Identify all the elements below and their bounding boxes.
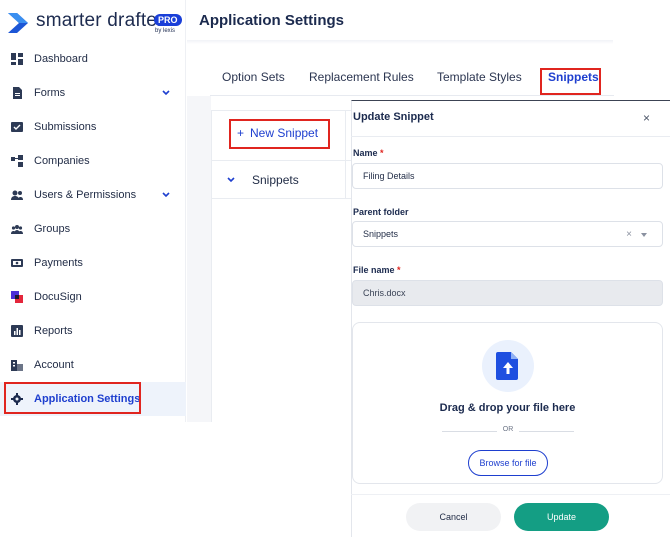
chevron-down-icon[interactable]	[160, 189, 172, 201]
panel-divider	[211, 198, 351, 199]
file-name-value: Chris.docx	[363, 288, 406, 298]
file-name-label: File name *	[353, 265, 401, 275]
parent-folder-select[interactable]: Snippets ×	[352, 221, 663, 247]
dashboard-icon	[10, 52, 24, 66]
sidebar-item-companies[interactable]: Companies	[0, 144, 186, 178]
sidebar-item-label: Users & Permissions	[34, 189, 137, 201]
sidebar-item-label: Dashboard	[34, 53, 88, 65]
pro-badge: PRO	[154, 14, 182, 26]
modal-header-divider	[351, 136, 670, 137]
inbox-check-icon	[10, 120, 24, 134]
sidebar-item-groups[interactable]: Groups	[0, 212, 186, 246]
modal-footer-divider	[351, 494, 670, 495]
chevron-down-icon[interactable]	[226, 175, 236, 185]
drop-instruction: Drag & drop your file here	[439, 402, 576, 414]
or-divider-line	[519, 431, 574, 432]
parent-folder-value: Snippets	[363, 229, 399, 239]
required-marker: *	[380, 148, 384, 158]
users-icon	[10, 188, 24, 202]
required-marker: *	[397, 265, 401, 275]
payment-icon	[10, 256, 24, 270]
sidebar-item-account[interactable]: Account	[0, 348, 186, 382]
sidebar-item-label: Reports	[34, 325, 73, 337]
close-icon[interactable]: ×	[643, 111, 650, 125]
name-label: Name *	[353, 148, 384, 158]
name-field[interactable]: Filing Details	[352, 163, 663, 189]
reports-icon	[10, 324, 24, 338]
file-upload-icon	[496, 352, 518, 380]
panel-divider	[211, 160, 351, 161]
building-icon	[10, 358, 24, 372]
content-background	[187, 96, 211, 422]
tab-template-styles[interactable]: Template Styles	[437, 70, 522, 84]
browse-file-button[interactable]: Browse for file	[468, 450, 548, 476]
chevron-down-icon[interactable]	[160, 87, 172, 99]
parent-folder-label: Parent folder	[353, 207, 409, 217]
update-button[interactable]: Update	[514, 503, 609, 531]
brand-chevron-icon	[8, 13, 28, 33]
dropdown-caret-icon[interactable]	[641, 233, 647, 237]
cancel-button[interactable]: Cancel	[406, 503, 501, 531]
modal-title: Update Snippet	[353, 111, 434, 123]
sidebar-item-label: Groups	[34, 223, 71, 235]
docusign-icon	[10, 290, 24, 304]
sidebar-nav: Dashboard Forms Submissions Companies Us…	[0, 42, 186, 416]
group-icon	[10, 222, 24, 236]
sidebar-item-label: Submissions	[34, 121, 97, 133]
file-name-field: Chris.docx	[352, 280, 663, 306]
or-label: OR	[502, 426, 514, 433]
tab-replacement-rules[interactable]: Replacement Rules	[309, 70, 414, 84]
panel-vertical-divider	[345, 110, 346, 198]
sidebar-item-users-permissions[interactable]: Users & Permissions	[0, 178, 186, 212]
brand-logo[interactable]: smarter drafter PRO by lexis	[8, 10, 182, 36]
page-title: Application Settings	[199, 12, 345, 29]
sidebar-item-reports[interactable]: Reports	[0, 314, 186, 348]
sidebar-item-forms[interactable]: Forms	[0, 76, 186, 110]
sidebar-item-submissions[interactable]: Submissions	[0, 110, 186, 144]
sidebar-item-dashboard[interactable]: Dashboard	[0, 42, 186, 76]
highlight-application-settings	[4, 382, 141, 414]
header-divider	[187, 40, 613, 44]
tabs-divider	[210, 95, 614, 96]
sidebar-item-payments[interactable]: Payments	[0, 246, 186, 280]
sidebar-item-label: Companies	[34, 155, 90, 167]
highlight-snippets-tab	[540, 68, 601, 95]
document-icon	[10, 86, 24, 100]
name-value: Filing Details	[363, 171, 415, 181]
tab-option-sets[interactable]: Option Sets	[222, 70, 285, 84]
highlight-new-snippet	[229, 119, 330, 149]
sidebar: smarter drafter PRO by lexis Dashboard F…	[0, 0, 186, 422]
sidebar-item-label: Payments	[34, 257, 83, 269]
companies-icon	[10, 154, 24, 168]
folder-snippets[interactable]: Snippets	[252, 173, 299, 187]
brand-name: smarter drafter	[36, 10, 164, 31]
brand-byline: by lexis	[155, 28, 176, 34]
sidebar-item-label: Forms	[34, 87, 66, 99]
snippets-panel	[211, 110, 351, 422]
sidebar-item-label: Account	[34, 359, 74, 371]
sidebar-item-docusign[interactable]: DocuSign	[0, 280, 186, 314]
sidebar-item-label: DocuSign	[34, 291, 82, 303]
clear-icon[interactable]: ×	[626, 229, 632, 240]
or-divider-line	[442, 431, 497, 432]
